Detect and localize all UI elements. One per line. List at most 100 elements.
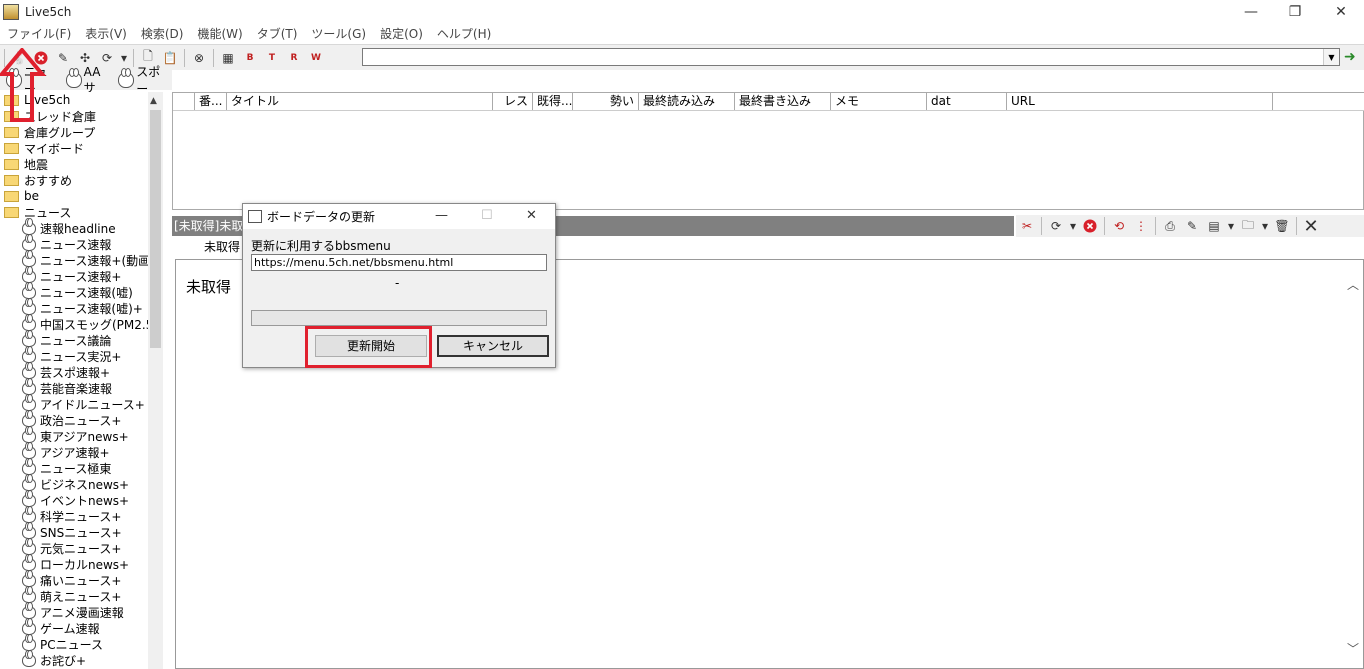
tree-board-item[interactable]: ニュース速報 xyxy=(0,233,162,252)
maximize-button[interactable]: ❐ xyxy=(1272,0,1318,24)
menu-tools[interactable]: ツール(G) xyxy=(304,25,373,42)
tree-board-item[interactable]: ニュース極東 xyxy=(0,457,162,476)
rabbit-icon xyxy=(22,217,36,235)
trash-icon[interactable]: 🗑 xyxy=(1271,215,1293,237)
tree-board-item[interactable]: 政治ニュース+ xyxy=(0,409,162,428)
column-header[interactable]: 番... xyxy=(195,93,227,110)
bookmark-icon[interactable]: ▤ xyxy=(1203,215,1225,237)
refresh-icon[interactable]: ⟳ xyxy=(1045,215,1067,237)
dialog-maximize-button: ☐ xyxy=(481,208,493,223)
rabbit-icon xyxy=(22,521,36,539)
tree-folder[interactable]: be xyxy=(0,188,162,204)
chevron-down-icon[interactable]: ▼ xyxy=(1323,49,1339,65)
pen-icon[interactable]: ✎ xyxy=(1181,215,1203,237)
tree-board-item[interactable]: アイドルニュース+ xyxy=(0,393,162,412)
tree-board-item[interactable]: 芸スポ速報+ xyxy=(0,361,162,380)
minimize-button[interactable]: — xyxy=(1228,0,1274,24)
tree-board-item[interactable]: 速報headline xyxy=(0,217,162,236)
tree-board-item[interactable]: SNSニュース+ xyxy=(0,521,162,540)
tree-board-item[interactable]: ニュース速報(嘘) xyxy=(0,281,162,300)
tree-board-item[interactable]: アジア速報+ xyxy=(0,441,162,460)
column-header[interactable]: 最終読み込み xyxy=(639,93,735,110)
delete-log-icon[interactable]: ✂ xyxy=(1016,215,1038,237)
wrt-icon[interactable]: W xyxy=(305,47,327,69)
menu-function[interactable]: 機能(W) xyxy=(190,25,249,42)
tree-board-item[interactable]: ローカルnews+ xyxy=(0,553,162,572)
tree-label: ニュース速報 xyxy=(40,237,112,252)
chevron-up-icon[interactable]: ︿ xyxy=(1347,276,1359,293)
dialog-title: ボードデータの更新 xyxy=(267,210,376,224)
go-arrow-icon[interactable]: ➜ xyxy=(1344,49,1356,65)
menu-help[interactable]: ヘルプ(H) xyxy=(430,25,498,42)
dialog-close-button[interactable]: ✕ xyxy=(526,208,537,223)
columns-icon[interactable]: ⋮ xyxy=(1130,215,1152,237)
close-button[interactable]: ✕ xyxy=(1318,0,1364,24)
column-header[interactable]: 最終書き込み xyxy=(735,93,831,110)
rabbit-icon xyxy=(118,68,135,88)
main-toolbar: 🐇 ✎ ✣ ⟳ ▾ 🗋 📋 ⊗ ▦ B T R W ▼ ➜ xyxy=(0,44,1364,70)
tree-board-item[interactable]: アニメ漫画速報 xyxy=(0,601,162,620)
column-header[interactable]: タイトル xyxy=(227,93,493,110)
res-icon[interactable]: R xyxy=(283,47,305,69)
column-header[interactable]: レス xyxy=(493,93,533,110)
menu-tab[interactable]: タブ(T) xyxy=(250,25,305,42)
tree-board-item[interactable]: 痛いニュース+ xyxy=(0,569,162,588)
tree-board-item[interactable]: ニュース速報(嘘)+ xyxy=(0,297,162,316)
column-header[interactable]: 勢い xyxy=(573,93,639,110)
chevron-down-icon[interactable]: ﹀ xyxy=(1347,640,1359,657)
tab-aa[interactable]: AAサ xyxy=(65,65,113,96)
column-header[interactable] xyxy=(173,93,195,110)
tree-board-item[interactable]: ニュース実況+ xyxy=(0,345,162,364)
column-header[interactable]: URL xyxy=(1007,93,1273,110)
column-header[interactable]: dat xyxy=(927,93,1007,110)
close-icon[interactable]: ✕ xyxy=(1300,215,1322,237)
tree-board-item[interactable]: ニュース速報+(動画) xyxy=(0,249,162,268)
column-header[interactable]: メモ xyxy=(831,93,927,110)
tree-folder[interactable]: 倉庫グループ xyxy=(0,124,162,140)
tree-folder[interactable]: 地震 xyxy=(0,156,162,172)
stop-icon[interactable] xyxy=(1079,215,1101,237)
rabbit-icon xyxy=(22,329,36,347)
tree-board-item[interactable]: ニュース議論 xyxy=(0,329,162,348)
tree-board-item[interactable]: 東アジアnews+ xyxy=(0,425,162,444)
tree-board-item[interactable]: 萌えニュース+ xyxy=(0,585,162,604)
cancel-button[interactable]: キャンセル xyxy=(437,335,549,357)
thread-tab[interactable]: 未取得 xyxy=(172,238,252,256)
tree-board-item[interactable]: ビジネスnews+ xyxy=(0,473,162,492)
tree-board-item[interactable]: 芸能音楽速報 xyxy=(0,377,162,396)
tree-scroll-thumb[interactable] xyxy=(150,110,161,348)
menu-file[interactable]: ファイル(F) xyxy=(0,25,78,42)
tree-board-item[interactable]: ゲーム速報 xyxy=(0,617,162,636)
dialog-minimize-button[interactable]: — xyxy=(435,208,448,223)
tree-folder[interactable]: おすすめ xyxy=(0,172,162,188)
tree-folder[interactable]: マイボード xyxy=(0,140,162,156)
open-folder-icon[interactable]: 🗀 xyxy=(1237,215,1259,237)
print-icon[interactable]: ⎙ xyxy=(1159,215,1181,237)
filter-icon[interactable]: ⊗ xyxy=(188,47,210,69)
tree-board-item[interactable]: 元気ニュース+ xyxy=(0,537,162,556)
grid-icon[interactable]: ▦ xyxy=(217,47,239,69)
chevron-down-icon[interactable]: ▾ xyxy=(1225,215,1237,237)
column-header[interactable]: 既得... xyxy=(533,93,573,110)
menu-view[interactable]: 表示(V) xyxy=(78,25,134,42)
tree-board-item[interactable]: 中国スモッグ(PM2.5) xyxy=(0,313,162,332)
tree-board-item[interactable]: PCニュース xyxy=(0,633,162,652)
tree-board-item[interactable]: イベントnews+ xyxy=(0,489,162,508)
brd-icon[interactable]: B xyxy=(239,47,261,69)
menu-settings[interactable]: 設定(O) xyxy=(373,25,430,42)
trd-icon[interactable]: T xyxy=(261,47,283,69)
tree-board-item[interactable]: 科学ニュース+ xyxy=(0,505,162,524)
address-combo[interactable]: ▼ xyxy=(362,48,1340,66)
tree-folder[interactable]: ニュース xyxy=(0,204,162,220)
tree-board-item[interactable]: お詫び+ xyxy=(0,649,162,668)
update-progress-bar xyxy=(251,310,547,326)
thread-list[interactable]: 番... タイトル レス 既得... 勢い 最終読み込み 最終書き込み メモ d… xyxy=(172,92,1364,210)
chevron-down-icon[interactable]: ▾ xyxy=(1259,215,1271,237)
tree-board-item[interactable]: ニュース速報+ xyxy=(0,265,162,284)
bbsmenu-url-input[interactable] xyxy=(251,254,547,271)
menu-search[interactable]: 検索(D) xyxy=(134,25,191,42)
chevron-up-icon[interactable]: ▲ xyxy=(150,96,157,106)
chevron-down-icon[interactable]: ▾ xyxy=(1067,215,1079,237)
reload-icon[interactable]: ⟲ xyxy=(1108,215,1130,237)
rabbit-icon xyxy=(22,249,36,267)
